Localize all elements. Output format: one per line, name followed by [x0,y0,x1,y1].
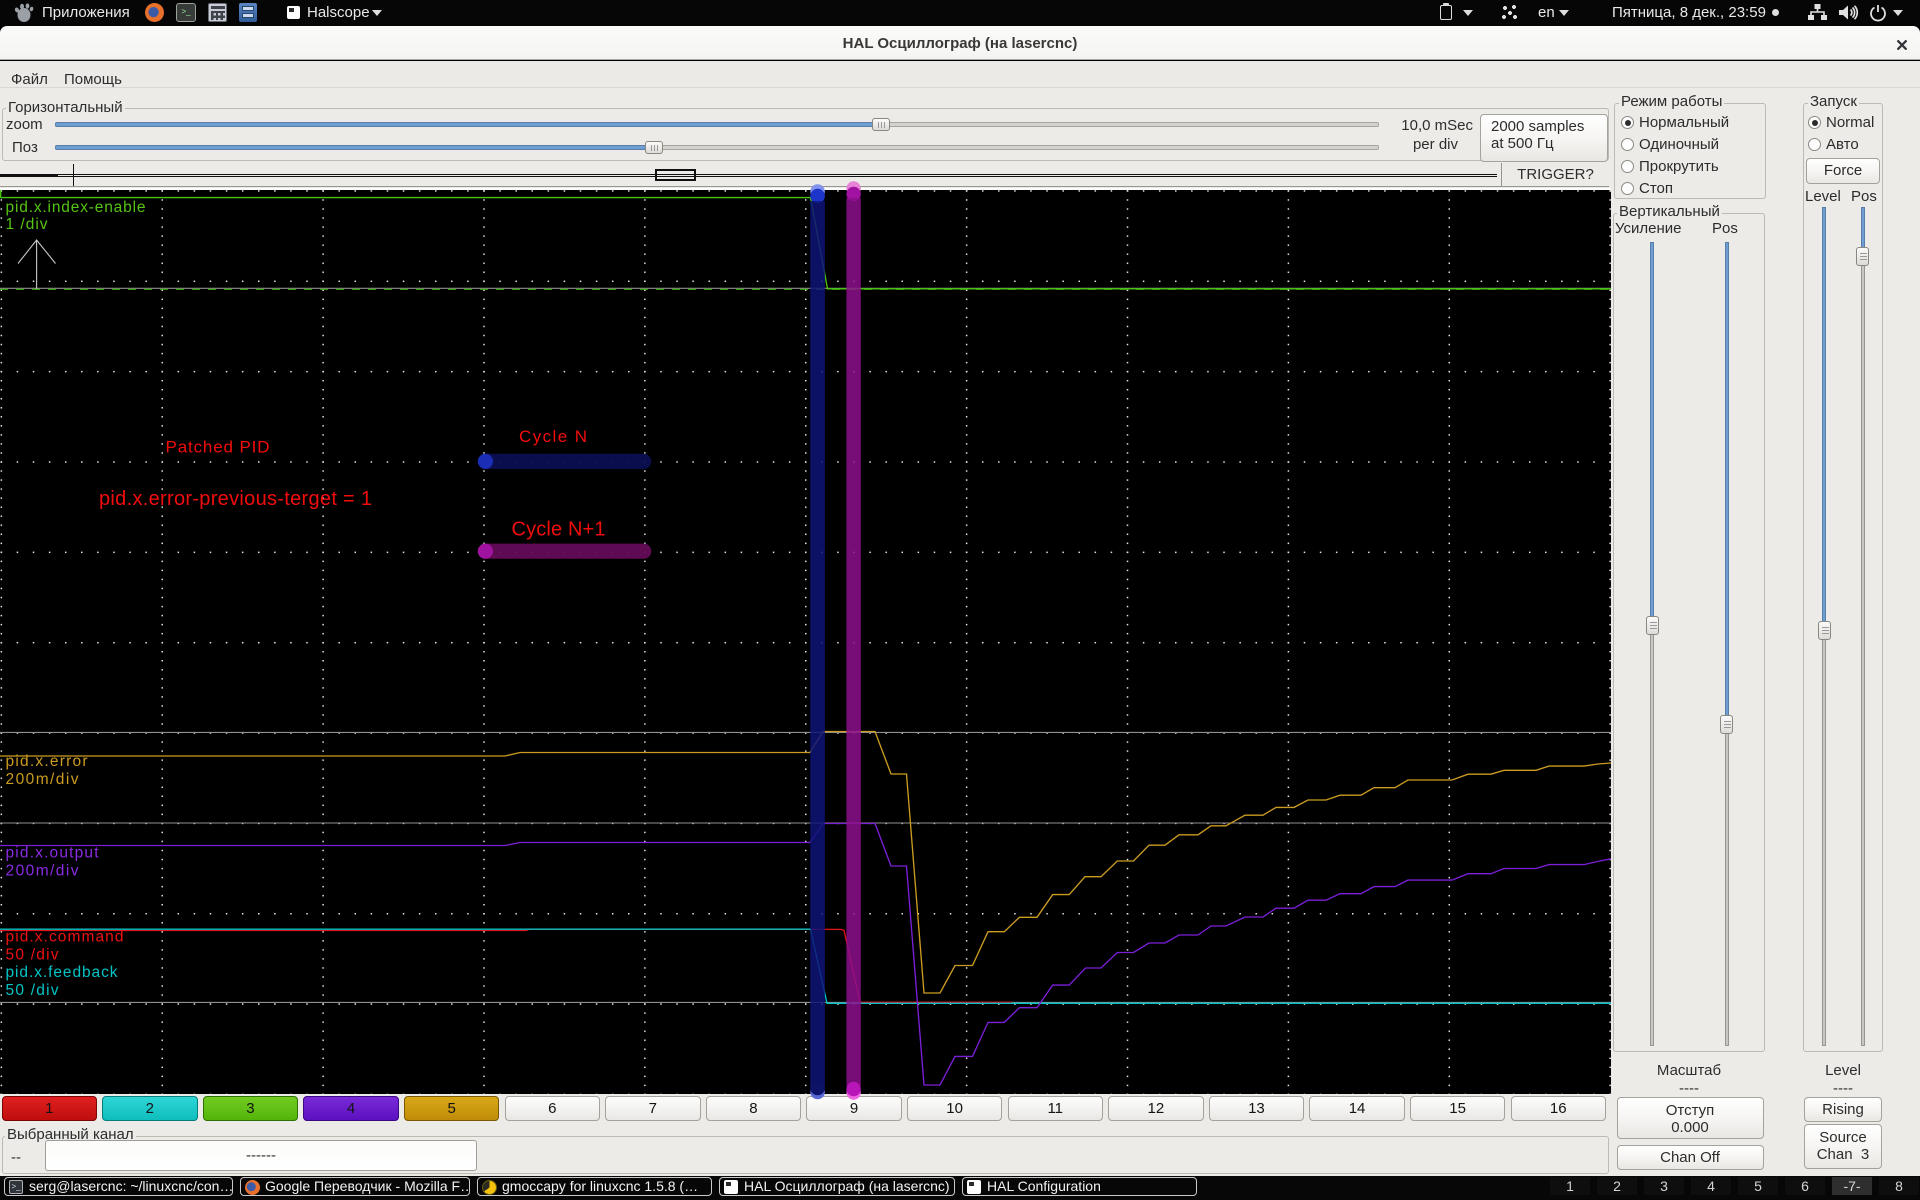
svg-text:pid.x.error: pid.x.error [6,753,88,770]
svg-text:200m/div: 200m/div [6,863,79,880]
svg-text:50 /div: 50 /div [6,947,59,964]
svg-text:pid.x.error-previous-terget =: pid.x.error-previous-terget = 1 [99,488,372,510]
svg-text:pid.x.feedback: pid.x.feedback [6,964,118,981]
svg-text:pid.x.output: pid.x.output [6,845,100,862]
svg-text:Cycle N: Cycle N [519,427,587,446]
svg-text:Patched PID: Patched PID [166,438,270,457]
svg-text:Cycle N+1: Cycle N+1 [512,519,606,541]
svg-text:pid.x.index-enable: pid.x.index-enable [6,199,146,216]
svg-text:50 /div: 50 /div [6,982,59,999]
svg-text:1 /div: 1 /div [6,216,48,233]
svg-text:200m/div: 200m/div [6,771,79,788]
svg-text:pid.x.command: pid.x.command [6,929,124,946]
